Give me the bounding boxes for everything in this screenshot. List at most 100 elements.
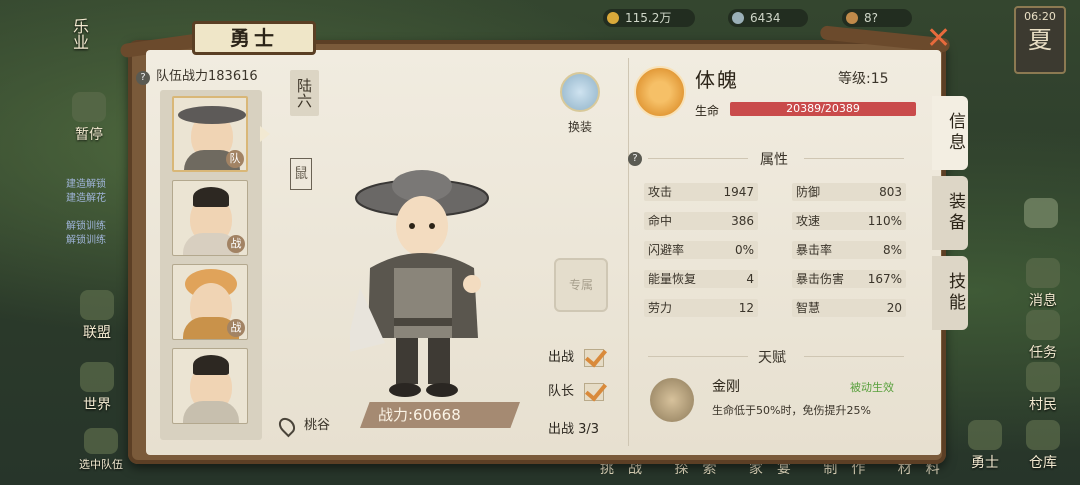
side-button-villagers[interactable]: 村民 (1016, 362, 1070, 414)
task-icon (1026, 310, 1060, 340)
class-name: 体魄 (695, 68, 739, 92)
hp-bar: 20389/20389 (730, 102, 916, 116)
villager-icon (1026, 362, 1060, 392)
attribute-name: 暴击伤害 (796, 272, 845, 286)
location[interactable]: 桃谷 (275, 414, 331, 437)
hero-card-1[interactable]: 队 (172, 96, 248, 172)
attribute-row: 智慧 20 (792, 299, 906, 317)
hp-label: 生命 (695, 104, 720, 118)
attribute-value: 803 (879, 185, 902, 199)
side-button-pause[interactable]: 暂停 (62, 92, 116, 144)
hero-card-2[interactable]: 战 (172, 180, 248, 256)
attribute-name: 防御 (796, 185, 821, 199)
class-emblem-icon (634, 66, 686, 118)
side-button-world[interactable]: 世界 (70, 362, 124, 414)
hero-tag: 战 (227, 235, 245, 253)
attribute-name: 闪避率 (648, 243, 685, 257)
attribute-name: 攻击 (648, 185, 673, 199)
attribute-value: 110% (867, 214, 902, 228)
side-button-label: 村民 (1029, 397, 1057, 413)
flower-icon (1024, 198, 1058, 228)
captain-toggle[interactable]: 队长 (548, 380, 605, 401)
attributes-help-icon[interactable]: ? (628, 152, 642, 166)
close-icon[interactable]: ✕ (926, 24, 951, 54)
hero-tag: 战 (227, 319, 245, 337)
attribute-name: 攻速 (796, 214, 821, 228)
combat-power: 战力:60668 (360, 402, 520, 428)
hero-card-4[interactable] (172, 348, 248, 424)
talent-icon[interactable] (650, 378, 694, 422)
outfit-label: 换装 (567, 120, 592, 134)
talent-title: 天赋 (758, 350, 786, 366)
hero-roster: 队 战 战 (160, 90, 262, 440)
game-screen: 115.2万 6434 8? 06:20 夏 乐业 暂停 建造解锁 建造解花 解… (0, 0, 1080, 485)
attribute-name: 智慧 (796, 301, 821, 315)
side-button-settings[interactable] (1014, 198, 1068, 230)
hp-value: 20389/20389 (786, 102, 860, 115)
outfit-icon (560, 72, 600, 112)
attribute-row: 命中 386 (644, 212, 758, 230)
seal-icon: 鼠 (290, 158, 312, 190)
attribute-row: 防御 803 (792, 183, 906, 201)
talent-name: 金刚 (712, 379, 740, 395)
side-button-label: 任务 (1029, 345, 1057, 361)
deploy-count: 出战 3/3 (548, 422, 600, 437)
deploy-label: 出战 (548, 350, 575, 365)
attributes-title: 属性 (760, 152, 788, 168)
side-button-label: 世界 (83, 397, 111, 413)
clock-time: 06:20 (1024, 10, 1056, 23)
checkbox-icon (584, 348, 605, 367)
side-button-label: 乐业 (70, 18, 89, 50)
tab-skills[interactable]: 技能 (932, 256, 968, 330)
warehouse-icon (1026, 420, 1060, 450)
attribute-row: 劳力 12 (644, 299, 758, 317)
side-button-label: 勇士 (971, 455, 999, 471)
help-icon[interactable]: ? (136, 71, 150, 85)
team-power-value: 183616 (208, 69, 258, 84)
attribute-row: 暴击伤害 167% (792, 270, 906, 288)
side-button-label: 仓库 (1029, 455, 1057, 471)
hero-card-3[interactable]: 战 (172, 264, 248, 340)
panel-divider (628, 58, 629, 446)
side-button-tasks[interactable]: 任务 (1016, 310, 1070, 362)
attribute-row: 能量恢复 4 (644, 270, 758, 288)
attribute-row: 攻速 110% (792, 212, 906, 230)
side-button-warriors[interactable]: 勇士 (958, 420, 1012, 472)
mushroom-icon (72, 92, 106, 122)
checkbox-icon (584, 382, 605, 401)
tab-equipment[interactable]: 装备 (932, 176, 968, 250)
side-button-warehouse[interactable]: 仓库 (1016, 420, 1070, 472)
attribute-name: 能量恢复 (648, 272, 697, 286)
alliance-icon (80, 290, 114, 320)
location-name: 桃谷 (304, 418, 331, 433)
season-label: 夏 (1028, 26, 1052, 54)
chapter-label: 陆六 (290, 70, 319, 116)
warrior-panel: 勇士 ✕ ? 队伍战力183616 队 战 战 陆六 鼠 桃谷 战力:60668… (119, 18, 968, 466)
team-power-label: 队伍战力 (156, 69, 209, 84)
side-button-label: 消息 (1029, 293, 1057, 309)
exclusive-slot[interactable]: 专属 (554, 258, 608, 312)
attribute-row: 暴击率 8% (792, 241, 906, 259)
attribute-value: 12 (738, 301, 754, 315)
change-outfit-button[interactable]: 换装 (552, 72, 608, 135)
side-button-message[interactable]: 消息 (1016, 258, 1070, 310)
season-clock[interactable]: 06:20 夏 (1014, 6, 1066, 74)
hat-icon (178, 106, 246, 124)
team-power: ? 队伍战力183616 (136, 65, 258, 85)
attribute-value: 1947 (723, 185, 754, 199)
side-button-career[interactable]: 乐业 (52, 18, 106, 50)
attribute-name: 命中 (648, 214, 673, 228)
attribute-name: 劳力 (648, 301, 673, 315)
attribute-value: 0% (734, 243, 754, 257)
location-pin-icon (275, 414, 299, 437)
hero-character (350, 170, 489, 397)
talent-type: 被动生效 (850, 381, 894, 394)
deploy-toggle[interactable]: 出战 (548, 346, 605, 367)
tab-info[interactable]: 信息 (932, 96, 968, 170)
attribute-row: 闪避率 0% (644, 241, 758, 259)
panel-title: 勇士 (192, 21, 316, 55)
side-button-label: 暂停 (75, 127, 103, 143)
hero-tag: 队 (226, 150, 244, 168)
side-button-alliance[interactable]: 联盟 (70, 290, 124, 342)
hero-level: 等级:15 (838, 71, 889, 87)
